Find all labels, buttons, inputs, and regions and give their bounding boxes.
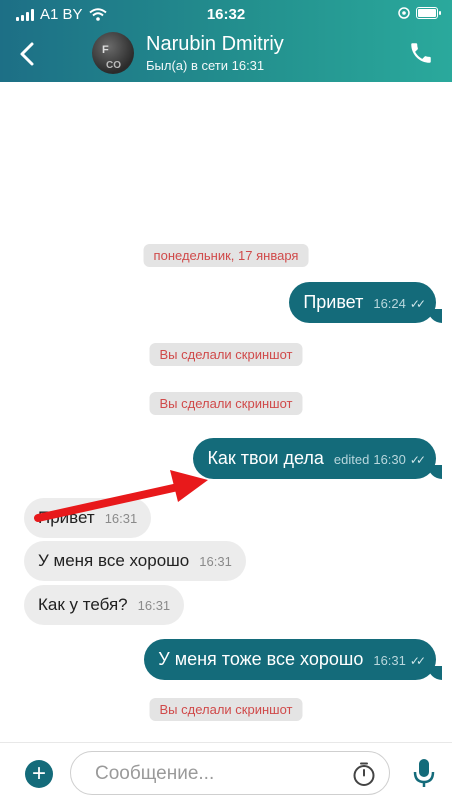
avatar-label-top: F	[102, 44, 109, 56]
timer-icon[interactable]	[351, 761, 377, 787]
avatar-label-bottom: CO	[106, 60, 121, 71]
back-chevron-icon[interactable]	[14, 38, 42, 70]
message-time: 16:24	[373, 296, 406, 311]
double-check-icon: ✓✓	[409, 452, 426, 467]
screenshot-notice: Вы сделали скриншот	[149, 343, 303, 366]
phone-call-icon[interactable]	[408, 40, 434, 66]
double-check-icon: ✓✓	[409, 296, 426, 311]
last-seen-status: Был(а) в сети 16:31	[146, 58, 265, 73]
message-time: 16:31	[199, 554, 232, 569]
message-text: У меня тоже все хорошо	[158, 649, 364, 669]
chat-header: A1 BY 16:32 F CO Narubin Dmitriy Был(а) …	[0, 0, 452, 82]
message-time: 16:31	[104, 511, 138, 526]
message-text: Как у тебя?	[38, 595, 128, 614]
message-list[interactable]: понедельник, 17 января Привет 16:24 ✓✓ В…	[0, 82, 452, 742]
avatar[interactable]: F CO	[92, 32, 134, 74]
date-separator: понедельник, 17 января	[143, 244, 309, 267]
message-text: Привет	[303, 292, 364, 312]
lock-rotation-icon	[398, 7, 410, 19]
edited-label: edited	[333, 452, 370, 467]
incoming-message[interactable]: Привет 16:31	[24, 498, 152, 538]
message-text: Привет	[38, 508, 95, 527]
incoming-message[interactable]: У меня все хорошо 16:31	[24, 541, 246, 581]
message-text: Как твои дела	[207, 448, 324, 468]
message-text: У меня все хорошо	[38, 551, 190, 570]
composer-bar: +	[0, 742, 452, 802]
message-input-wrapper[interactable]	[70, 751, 390, 795]
plus-icon[interactable]: +	[25, 760, 53, 788]
battery-icon	[416, 7, 441, 19]
status-time: 16:32	[206, 6, 246, 23]
status-bar: A1 BY 16:32	[0, 6, 452, 26]
message-input[interactable]	[93, 762, 347, 786]
message-time: 16:31	[373, 653, 406, 668]
outgoing-message[interactable]: У меня тоже все хорошо 16:31 ✓✓	[144, 639, 442, 680]
screenshot-notice: Вы сделали скриншот	[149, 698, 303, 721]
message-time: 16:31	[137, 598, 171, 613]
outgoing-message[interactable]: Как твои дела edited 16:30 ✓✓	[193, 438, 442, 479]
double-check-icon: ✓✓	[409, 653, 426, 668]
outgoing-message[interactable]: Привет 16:24 ✓✓	[289, 282, 442, 323]
message-time: 16:30	[373, 452, 406, 467]
screenshot-notice: Вы сделали скриншот	[149, 392, 303, 415]
contact-name[interactable]: Narubin Dmitriy	[146, 33, 284, 56]
microphone-icon[interactable]	[412, 757, 436, 789]
incoming-message[interactable]: Как у тебя? 16:31	[24, 585, 185, 625]
